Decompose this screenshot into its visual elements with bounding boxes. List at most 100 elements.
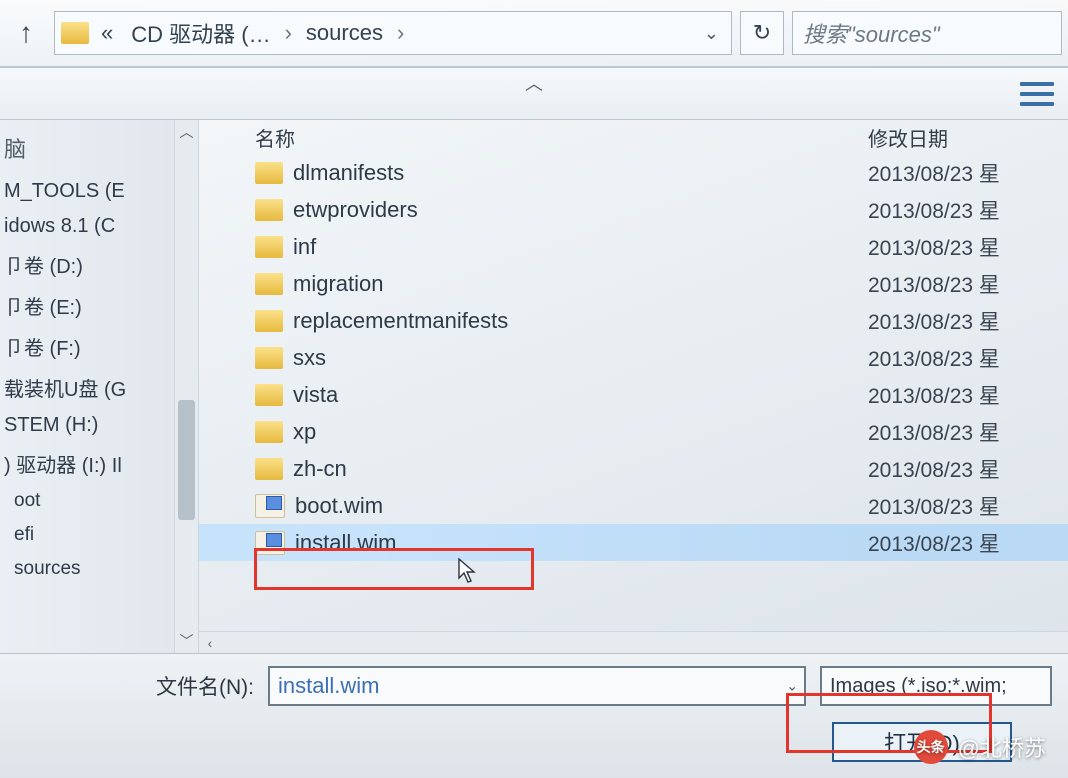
up-one-level-button[interactable]: ↑: [6, 13, 46, 53]
file-name: migration: [293, 271, 383, 297]
source-watermark: 头条 @北桥苏: [914, 730, 1046, 764]
file-open-dialog: ↑ « CD 驱动器 (… › sources › ⌄ ↻ 搜索"sources…: [0, 0, 1068, 778]
nav-item[interactable]: sources: [0, 552, 174, 586]
file-date: 2013/08/23 星: [868, 380, 1068, 410]
search-input[interactable]: 搜索"sources": [792, 11, 1062, 55]
file-name: dlmanifests: [293, 160, 404, 186]
folder-icon: [255, 458, 283, 480]
chevron-up-icon[interactable]: ︿: [175, 122, 198, 142]
file-row[interactable]: etwproviders2013/08/23 星: [199, 191, 1068, 228]
column-headers[interactable]: 名称 修改日期: [199, 120, 1068, 154]
file-date: 2013/08/23 星: [868, 232, 1068, 262]
folder-icon: [255, 384, 283, 406]
wim-file-icon: [255, 494, 285, 518]
file-name: zh-cn: [293, 456, 347, 482]
file-name: boot.wim: [295, 493, 383, 519]
file-date: 2013/08/23 星: [868, 491, 1068, 521]
file-row[interactable]: sxs 2013/08/23 星: [199, 339, 1068, 376]
dialog-footer: 文件名(N): install.wim ⌄ Images (*.iso;*.wi…: [0, 653, 1068, 778]
chevron-down-icon[interactable]: ﹀: [175, 631, 198, 651]
filename-label: 文件名(N):: [156, 671, 254, 701]
watermark-text: @北桥苏: [958, 731, 1046, 763]
file-date: 2013/08/23 星: [868, 269, 1068, 299]
breadcrumb-drive[interactable]: CD 驱动器 (…: [125, 17, 276, 49]
file-row[interactable]: replacementmanifests 2013/08/23 星: [199, 302, 1068, 339]
folder-icon: [255, 199, 283, 221]
folder-icon: [61, 22, 89, 44]
file-row[interactable]: install.wim 2013/08/23 星: [199, 524, 1068, 561]
nav-tree[interactable]: 脑 M_TOOLS (E idows 8.1 (C 卩卷 (D:) 卩卷 (E:…: [0, 120, 175, 653]
folder-icon: [255, 273, 283, 295]
nav-item[interactable]: 卩卷 (D:): [0, 244, 174, 285]
nav-section-header: 脑: [0, 128, 174, 174]
file-row[interactable]: inf 2013/08/23 星: [199, 228, 1068, 265]
file-date: 2013/08/23 星: [868, 454, 1068, 484]
file-name-cell: xp: [255, 419, 868, 445]
address-toolbar: ↑ « CD 驱动器 (… › sources › ⌄ ↻ 搜索"sources…: [0, 0, 1068, 68]
nav-item[interactable]: ) 驱动器 (I:) Il: [0, 443, 174, 484]
file-name-cell: dlmanifests: [255, 160, 868, 186]
file-name-cell: inf: [255, 234, 868, 260]
refresh-button[interactable]: ↻: [740, 11, 784, 55]
chevron-left-icon[interactable]: ‹: [199, 635, 221, 651]
file-name: xp: [293, 419, 316, 445]
nav-item[interactable]: STEM (H:): [0, 408, 174, 443]
file-row[interactable]: boot.wim 2013/08/23 星: [199, 487, 1068, 524]
wim-file-icon: [255, 531, 285, 555]
filename-combo[interactable]: install.wim ⌄: [268, 666, 806, 706]
file-date: 2013/08/23 星: [868, 528, 1068, 558]
chevron-right-icon: ›: [283, 20, 294, 46]
folder-icon: [255, 347, 283, 369]
file-name-cell: etwproviders: [255, 197, 868, 223]
chevron-right-icon: ›: [395, 20, 406, 46]
nav-item[interactable]: idows 8.1 (C: [0, 209, 174, 244]
file-name: install.wim: [295, 530, 396, 556]
breadcrumb-bar[interactable]: « CD 驱动器 (… › sources › ⌄: [54, 11, 732, 55]
breadcrumb-folder[interactable]: sources: [300, 20, 389, 46]
file-name-cell: zh-cn: [255, 456, 868, 482]
column-modified[interactable]: 修改日期: [868, 123, 1068, 152]
chevron-up-icon[interactable]: ︿: [525, 70, 543, 96]
file-date: 2013/08/23 星: [868, 158, 1068, 188]
nav-item[interactable]: 卩卷 (E:): [0, 285, 174, 326]
nav-item[interactable]: M_TOOLS (E: [0, 174, 174, 209]
nav-item[interactable]: efi: [0, 518, 174, 552]
file-date: 2013/08/23 星: [868, 417, 1068, 447]
chevron-down-icon[interactable]: ⌄: [786, 678, 798, 695]
folder-icon: [255, 236, 283, 258]
file-name: vista: [293, 382, 338, 408]
folder-icon: [255, 162, 283, 184]
nav-scrollbar[interactable]: ︿ ﹀: [175, 120, 199, 653]
file-name: replacementmanifests: [293, 308, 508, 334]
file-name: sxs: [293, 345, 326, 371]
folder-icon: [255, 421, 283, 443]
file-name-cell: replacementmanifests: [255, 308, 868, 334]
chevron-down-icon[interactable]: ⌄: [698, 23, 725, 44]
file-date: 2013/08/23 星: [868, 306, 1068, 336]
details-view-icon[interactable]: [1020, 82, 1054, 106]
nav-item[interactable]: 载装机U盘 (G: [0, 367, 174, 408]
file-row[interactable]: xp 2013/08/23 星: [199, 413, 1068, 450]
column-name[interactable]: 名称: [255, 123, 868, 152]
file-name: inf: [293, 234, 316, 260]
content-scrollbar[interactable]: ‹: [199, 631, 1068, 653]
file-list[interactable]: dlmanifests2013/08/23 星etwproviders2013/…: [199, 154, 1068, 631]
file-row[interactable]: migration 2013/08/23 星: [199, 265, 1068, 302]
watermark-badge: 头条: [914, 730, 948, 764]
nav-item[interactable]: oot: [0, 484, 174, 518]
file-name: etwproviders: [293, 197, 418, 223]
search-placeholder: 搜索"sources": [803, 17, 940, 49]
file-row[interactable]: vista 2013/08/23 星: [199, 376, 1068, 413]
nav-item[interactable]: 卩卷 (F:): [0, 326, 174, 367]
scroll-thumb[interactable]: [178, 400, 195, 520]
file-row[interactable]: dlmanifests 2013/08/23 星: [199, 154, 1068, 191]
file-name-cell: migration: [255, 271, 868, 297]
file-name-cell: vista: [255, 382, 868, 408]
file-type-filter[interactable]: Images (*.iso;*.wim;: [820, 666, 1052, 706]
file-date: 2013/08/23 星: [868, 343, 1068, 373]
filename-value: install.wim: [278, 673, 379, 699]
breadcrumb-prefix: «: [95, 20, 119, 46]
refresh-icon: ↻: [753, 20, 771, 46]
dialog-body: 脑 M_TOOLS (E idows 8.1 (C 卩卷 (D:) 卩卷 (E:…: [0, 120, 1068, 653]
file-row[interactable]: zh-cn 2013/08/23 星: [199, 450, 1068, 487]
